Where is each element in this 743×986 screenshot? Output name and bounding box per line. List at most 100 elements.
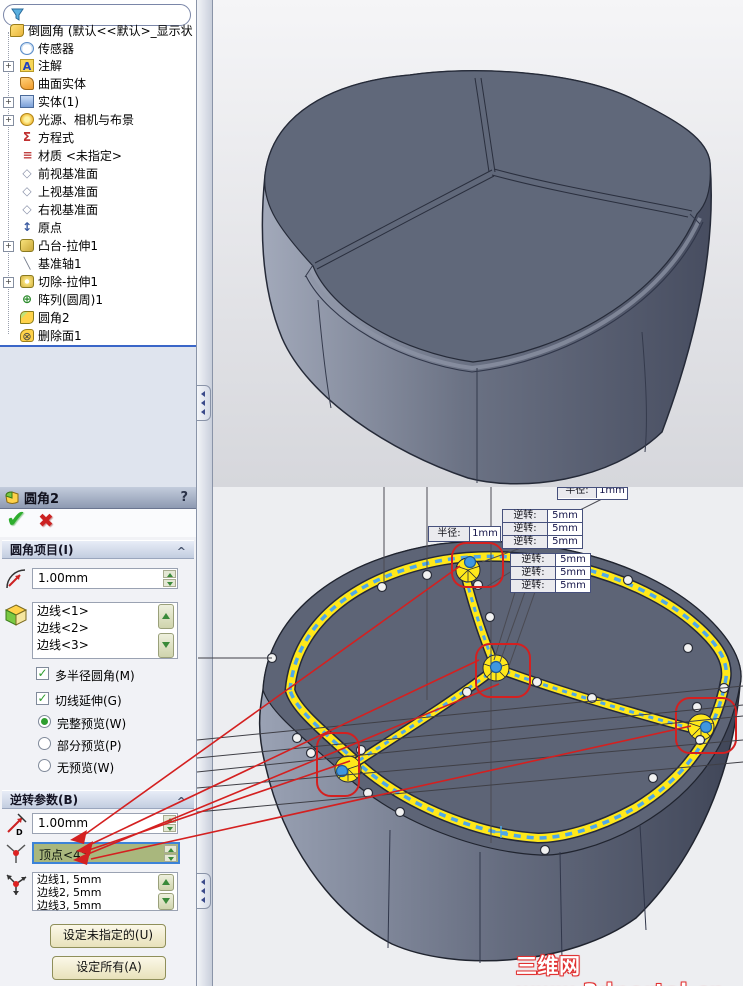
full-preview-radio[interactable] bbox=[38, 715, 51, 728]
group-header-setback[interactable]: 逆转参数(B) ^ bbox=[2, 790, 194, 809]
spin-down-icon[interactable] bbox=[163, 824, 176, 832]
setback-callout-b[interactable]: 逆转: 5mm 逆转: 5mm 逆转: 5mm bbox=[510, 553, 591, 593]
property-manager-header: 圆角2 ? bbox=[0, 487, 196, 509]
cut-extrude-icon bbox=[20, 275, 34, 288]
feature-manager-tree: 倒圆角 (默认<<默认>_显示状 传感器 + A 注解 曲面实体 + 实体(1) + 光… bbox=[0, 0, 196, 345]
partial-preview-radio[interactable] bbox=[38, 737, 51, 750]
cropped-callout[interactable]: 半径: 1mm bbox=[557, 487, 628, 500]
tree-item-surface-bodies[interactable]: 曲面实体 bbox=[0, 75, 196, 92]
expand-icon[interactable]: + bbox=[3, 61, 14, 72]
callout-value[interactable]: 1mm bbox=[470, 527, 500, 541]
edges-selection-list[interactable]: 边线<1> 边线<2> 边线<3> bbox=[32, 602, 178, 659]
splitter-collapse-handle[interactable] bbox=[196, 873, 211, 909]
radius-input[interactable]: 1.00mm bbox=[32, 568, 178, 589]
distance-spinner[interactable] bbox=[163, 815, 176, 832]
expand-icon[interactable]: + bbox=[3, 277, 14, 288]
spin-up-icon[interactable] bbox=[164, 845, 177, 853]
plane-icon: ◇ bbox=[22, 184, 32, 198]
list-item[interactable]: 边线2, 5mm bbox=[33, 886, 177, 899]
ok-button[interactable]: ✔ bbox=[6, 505, 26, 533]
sensors-icon bbox=[20, 42, 34, 55]
callout-value[interactable]: 5mm bbox=[556, 580, 590, 592]
tree-item-part[interactable]: 倒圆角 (默认<<默认>_显示状 bbox=[0, 22, 196, 39]
tangent-propagation-checkbox[interactable]: ✓ bbox=[36, 692, 49, 705]
setback-distance-input[interactable]: 1.00mm bbox=[32, 813, 178, 834]
tree-item-equations[interactable]: Σ 方程式 bbox=[0, 129, 196, 146]
radius-callout[interactable]: 半径: 1mm bbox=[428, 526, 501, 542]
callout-label: 半径: bbox=[558, 488, 597, 498]
list-item[interactable]: 边线1, 5mm bbox=[33, 873, 177, 886]
callout-value[interactable]: 5mm bbox=[548, 510, 582, 522]
tree-item-cut-extrude1[interactable]: + 切除-拉伸1 bbox=[0, 273, 196, 290]
tree-item-right-plane[interactable]: ◇ 右视基准面 bbox=[0, 201, 196, 218]
tree-item-front-plane[interactable]: ◇ 前视基准面 bbox=[0, 165, 196, 182]
callout-label: 逆转: bbox=[503, 510, 548, 522]
callout-value[interactable]: 1mm bbox=[597, 488, 627, 498]
lights-cameras-icon bbox=[20, 113, 34, 126]
edges-cube-icon bbox=[4, 604, 28, 626]
callout-value[interactable]: 5mm bbox=[556, 554, 590, 566]
tree-item-solid-bodies[interactable]: + 实体(1) bbox=[0, 93, 196, 110]
plane-icon: ◇ bbox=[22, 202, 32, 216]
tree-item-material[interactable]: ≡ 材质 <未指定> bbox=[0, 147, 196, 164]
help-button[interactable]: ? bbox=[180, 490, 188, 505]
fillet-feature-icon bbox=[5, 490, 19, 504]
spin-down-icon[interactable] bbox=[163, 579, 176, 587]
radius-icon bbox=[6, 569, 26, 589]
panel-splitter[interactable] bbox=[196, 0, 213, 986]
multi-radius-checkbox[interactable]: ✓ bbox=[36, 667, 49, 680]
splitter-collapse-handle[interactable] bbox=[196, 385, 211, 421]
vertex-spinner[interactable] bbox=[164, 845, 177, 862]
list-item[interactable]: 边线<2> bbox=[33, 620, 177, 637]
expand-icon[interactable]: + bbox=[3, 97, 14, 108]
list-item[interactable]: 边线3, 5mm bbox=[33, 899, 177, 912]
cancel-button[interactable]: ✖ bbox=[38, 510, 54, 532]
watermark: 三维网www.3dportal.cn bbox=[516, 954, 724, 986]
left-panel: 倒圆角 (默认<<默认>_显示状 传感器 + A 注解 曲面实体 + 实体(1) + 光… bbox=[0, 0, 197, 986]
collapse-chevron-icon[interactable]: ^ bbox=[177, 543, 186, 561]
list-scroll-up-icon[interactable] bbox=[158, 604, 174, 629]
circular-pattern-icon: ⊕ bbox=[21, 292, 33, 306]
list-scroll-down-icon[interactable] bbox=[158, 633, 174, 658]
tree-item-top-plane[interactable]: ◇ 上视基准面 bbox=[0, 183, 196, 200]
collapse-chevron-icon[interactable]: ^ bbox=[177, 793, 186, 811]
tangent-propagation-label: 切线延伸(G) bbox=[55, 694, 122, 708]
group-header-fillet-items[interactable]: 圆角项目(I) ^ bbox=[2, 540, 194, 559]
expand-icon[interactable]: + bbox=[3, 241, 14, 252]
tree-item-sensors[interactable]: 传感器 bbox=[0, 40, 196, 57]
callout-label: 逆转: bbox=[503, 536, 548, 548]
list-scroll-down-icon[interactable] bbox=[158, 893, 174, 910]
part-fillet-icon bbox=[10, 24, 24, 37]
setback-callout-a[interactable]: 逆转: 5mm 逆转: 5mm 逆转: 5mm bbox=[502, 509, 583, 549]
setback-distances-list[interactable]: 边线1, 5mm 边线2, 5mm 边线3, 5mm bbox=[32, 872, 178, 912]
tree-item-fillet2[interactable]: 圆角2 bbox=[0, 309, 196, 326]
viewport-bottom[interactable] bbox=[213, 487, 743, 986]
callout-value[interactable]: 5mm bbox=[548, 536, 582, 548]
spin-up-icon[interactable] bbox=[163, 570, 176, 578]
tree-item-boss-extrude1[interactable]: + 凸台-拉伸1 bbox=[0, 237, 196, 254]
list-item[interactable]: 边线<3> bbox=[33, 637, 177, 654]
callout-value[interactable]: 5mm bbox=[548, 523, 582, 535]
multi-radius-label: 多半径圆角(M) bbox=[55, 669, 135, 683]
callout-label: 逆转: bbox=[511, 554, 556, 566]
tree-item-circular-pattern1[interactable]: ⊕ 阵列(圆周)1 bbox=[0, 291, 196, 308]
tree-item-lights[interactable]: + 光源、相机与布景 bbox=[0, 111, 196, 128]
callout-value[interactable]: 5mm bbox=[556, 567, 590, 579]
tree-item-origin[interactable]: ↕ 原点 bbox=[0, 219, 196, 236]
radius-spinner[interactable] bbox=[163, 570, 176, 587]
property-manager: 圆角2 ? ✔ ✖ 圆角项目(I) ^ 1.00mm 边线<1> 边线<2> 边… bbox=[0, 487, 196, 986]
vertex-selection-input[interactable]: 顶点<4> bbox=[32, 842, 180, 864]
tree-item-axis1[interactable]: ╲ 基准轴1 bbox=[0, 255, 196, 272]
list-item[interactable]: 边线<1> bbox=[33, 603, 177, 620]
set-all-button[interactable]: 设定所有(A) bbox=[52, 956, 166, 980]
no-preview-radio[interactable] bbox=[38, 759, 51, 772]
viewport-top[interactable] bbox=[213, 0, 743, 487]
fillet-icon bbox=[20, 311, 34, 324]
set-unassigned-button[interactable]: 设定未指定的(U) bbox=[50, 924, 166, 948]
spin-down-icon[interactable] bbox=[164, 854, 177, 862]
spin-up-icon[interactable] bbox=[163, 815, 176, 823]
tree-item-annotations[interactable]: + A 注解 bbox=[0, 57, 196, 74]
tree-item-delete-face1[interactable]: ⊗ 删除面1 bbox=[0, 327, 196, 344]
expand-icon[interactable]: + bbox=[3, 115, 14, 126]
list-scroll-up-icon[interactable] bbox=[158, 874, 174, 891]
